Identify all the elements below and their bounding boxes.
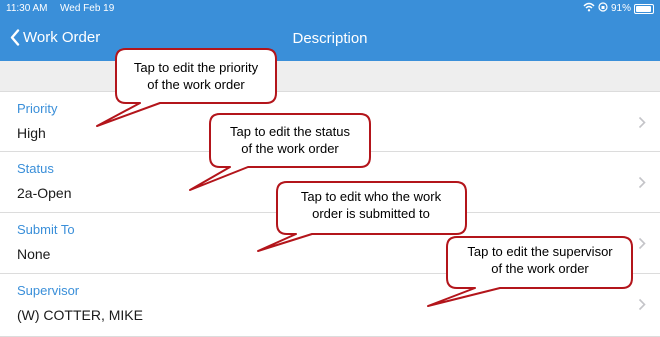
- submit-to-value: None: [17, 246, 51, 262]
- app-header: 11:30 AM Wed Feb 19 91% Work Order Descr…: [0, 0, 660, 61]
- status-indicators: 91%: [583, 2, 654, 15]
- orientation-lock-icon: [598, 2, 608, 15]
- chevron-right-icon: [638, 298, 646, 316]
- priority-label: Priority: [17, 101, 58, 116]
- status-time: 11:30 AM: [6, 3, 48, 14]
- status-row[interactable]: Status 2a-Open: [0, 152, 660, 213]
- chevron-right-icon: [638, 237, 646, 255]
- status-date: Wed Feb 19: [60, 3, 115, 14]
- supervisor-label: Supervisor: [17, 283, 80, 298]
- priority-row[interactable]: Priority High: [0, 91, 660, 152]
- submit-to-row[interactable]: Submit To None: [0, 213, 660, 274]
- supervisor-row[interactable]: Supervisor (W) COTTER, MIKE: [0, 274, 660, 337]
- field-list: Priority High Status 2a-Open Submit To N…: [0, 91, 660, 337]
- wifi-icon: [583, 2, 595, 15]
- status-value: 2a-Open: [17, 185, 72, 201]
- battery-icon: [634, 3, 654, 14]
- battery-percent: 91%: [610, 3, 631, 14]
- chevron-right-icon: [638, 176, 646, 194]
- page-title: Description: [292, 30, 368, 47]
- supervisor-value: (W) COTTER, MIKE: [17, 307, 143, 323]
- chevron-right-icon: [638, 116, 646, 134]
- submit-to-label: Submit To: [17, 222, 75, 237]
- status-bar: 11:30 AM Wed Feb 19 91%: [0, 0, 660, 18]
- callout-text: Tap to edit the priority: [134, 60, 259, 75]
- priority-value: High: [17, 125, 46, 141]
- battery-fill: [636, 5, 651, 12]
- status-label: Status: [17, 161, 54, 176]
- callout-text: of the work order: [147, 77, 245, 92]
